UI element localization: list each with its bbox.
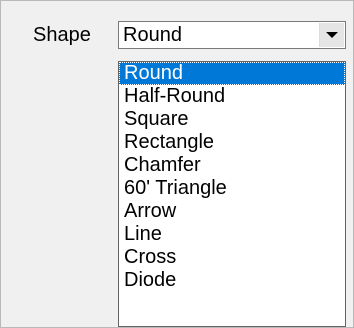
shape-option-line[interactable]: Line — [119, 223, 345, 246]
shape-combobox-value: Round — [123, 24, 182, 46]
shape-option-round[interactable]: Round — [119, 62, 345, 85]
shape-option-diode[interactable]: Diode — [119, 269, 345, 292]
shape-dropdown-list[interactable]: Round Half-Round Square Rectangle Chamfe… — [118, 61, 346, 327]
shape-option-square[interactable]: Square — [119, 108, 345, 131]
shape-option-chamfer[interactable]: Chamfer — [119, 154, 345, 177]
shape-option-half-round[interactable]: Half-Round — [119, 85, 345, 108]
shape-option-rectangle[interactable]: Rectangle — [119, 131, 345, 154]
shape-combobox[interactable]: Round — [118, 21, 346, 49]
shape-combobox-dropdown-button[interactable] — [319, 23, 344, 47]
shape-option-cross[interactable]: Cross — [119, 246, 345, 269]
shape-option-60-triangle[interactable]: 60' Triangle — [119, 177, 345, 200]
shape-label: Shape — [33, 24, 91, 46]
shape-option-arrow[interactable]: Arrow — [119, 200, 345, 223]
shape-properties-panel: Shape Round Round Half-Round Square Rect… — [0, 0, 354, 328]
chevron-down-icon — [326, 32, 338, 38]
